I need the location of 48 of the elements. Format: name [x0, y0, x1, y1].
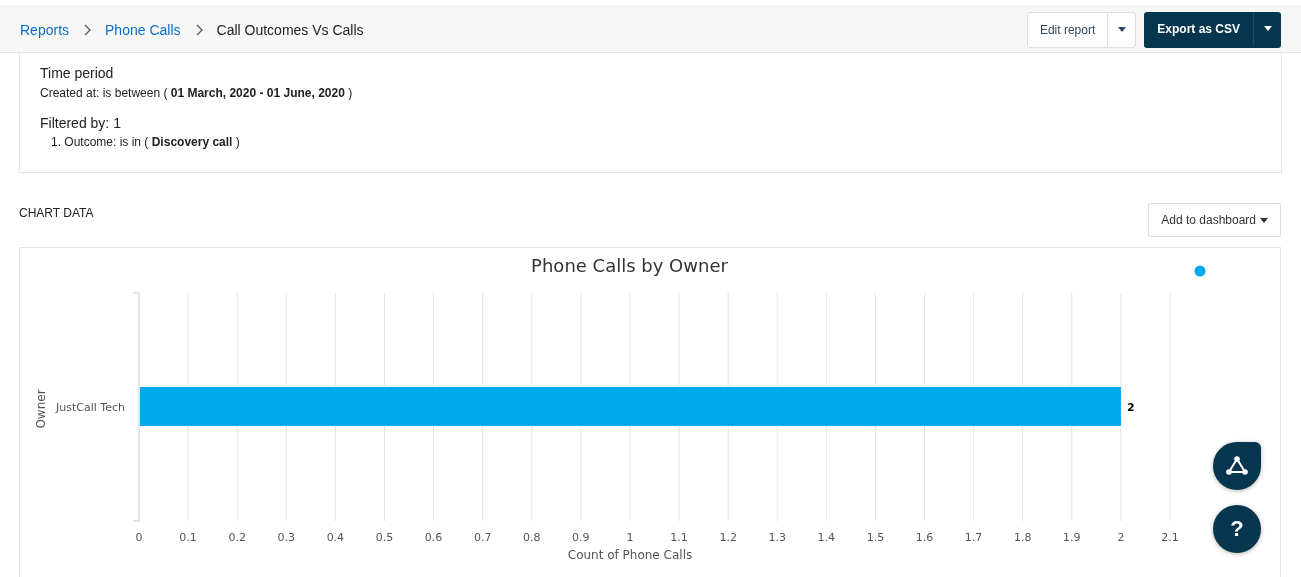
add-to-dashboard-button[interactable]: Add to dashboard — [1148, 203, 1281, 237]
section-heading: CHART DATA — [19, 206, 94, 220]
tick-label: 0.3 — [277, 531, 296, 544]
tick-label: 0.1 — [179, 531, 197, 544]
tick-label: 0.7 — [473, 531, 492, 544]
tick-label: 0.6 — [424, 531, 443, 544]
tick-label: 1.4 — [817, 531, 836, 544]
data-label: 2 — [1126, 401, 1135, 414]
tick-label: 0.4 — [326, 531, 345, 544]
filter-text: 1. Outcome: is in ( Discovery call ) — [51, 135, 241, 149]
tick-label: 1.5 — [866, 531, 885, 544]
tick-label: 0.8 — [523, 531, 541, 544]
chevron-icon — [83, 23, 92, 36]
breadcrumb-link[interactable]: Reports — [20, 21, 70, 38]
tick-label: 1.1 — [670, 531, 688, 544]
page-title: Call Outcomes Vs Calls — [216, 21, 364, 38]
axis-title: Count of Phone Calls — [567, 548, 693, 562]
help-button[interactable]: ? — [1213, 505, 1261, 553]
section-heading: Time period — [40, 65, 115, 81]
tick-label: 0 — [135, 531, 143, 544]
caret-icon — [1263, 26, 1272, 31]
tick-label: 2 — [1117, 531, 1125, 544]
tick-label: 1.3 — [768, 531, 786, 544]
tick-label: 1.9 — [1063, 531, 1081, 544]
caret-icon — [1117, 27, 1126, 32]
tick-label: 1.6 — [915, 531, 934, 544]
export-split-button[interactable]: Export as CSV — [1144, 11, 1281, 48]
export-button[interactable]: Export as CSV — [1144, 11, 1253, 46]
tick-label: 0.9 — [572, 531, 590, 544]
tick-label: 1 — [626, 531, 634, 544]
tick-label: 1.7 — [964, 531, 983, 544]
breadcrumb-link[interactable]: Phone Calls — [105, 21, 181, 38]
edit-report-button[interactable]: Edit report — [1027, 12, 1108, 47]
tick-label: 2.1 — [1161, 531, 1179, 544]
tick-label: 1.8 — [1013, 531, 1032, 544]
chart-title: Phone Calls by Owner — [531, 255, 728, 276]
network-icon — [1226, 456, 1248, 476]
edit-report-split-button[interactable]: Edit report — [1026, 11, 1137, 48]
axis-title: Owner — [34, 389, 48, 429]
section-heading: Filtered by: 1 — [40, 115, 122, 131]
category-label: JustCall Tech — [56, 401, 125, 414]
network-button[interactable] — [1213, 442, 1261, 490]
caret-icon — [1260, 217, 1268, 223]
filter-text: Created at: is between ( 01 March, 2020 - 01 June, 2020 ) — [40, 86, 354, 100]
tick-label: 0.2 — [228, 531, 246, 544]
tick-label: 0.5 — [375, 531, 394, 544]
tick-label: 1.2 — [719, 531, 737, 544]
chevron-icon — [194, 23, 203, 36]
